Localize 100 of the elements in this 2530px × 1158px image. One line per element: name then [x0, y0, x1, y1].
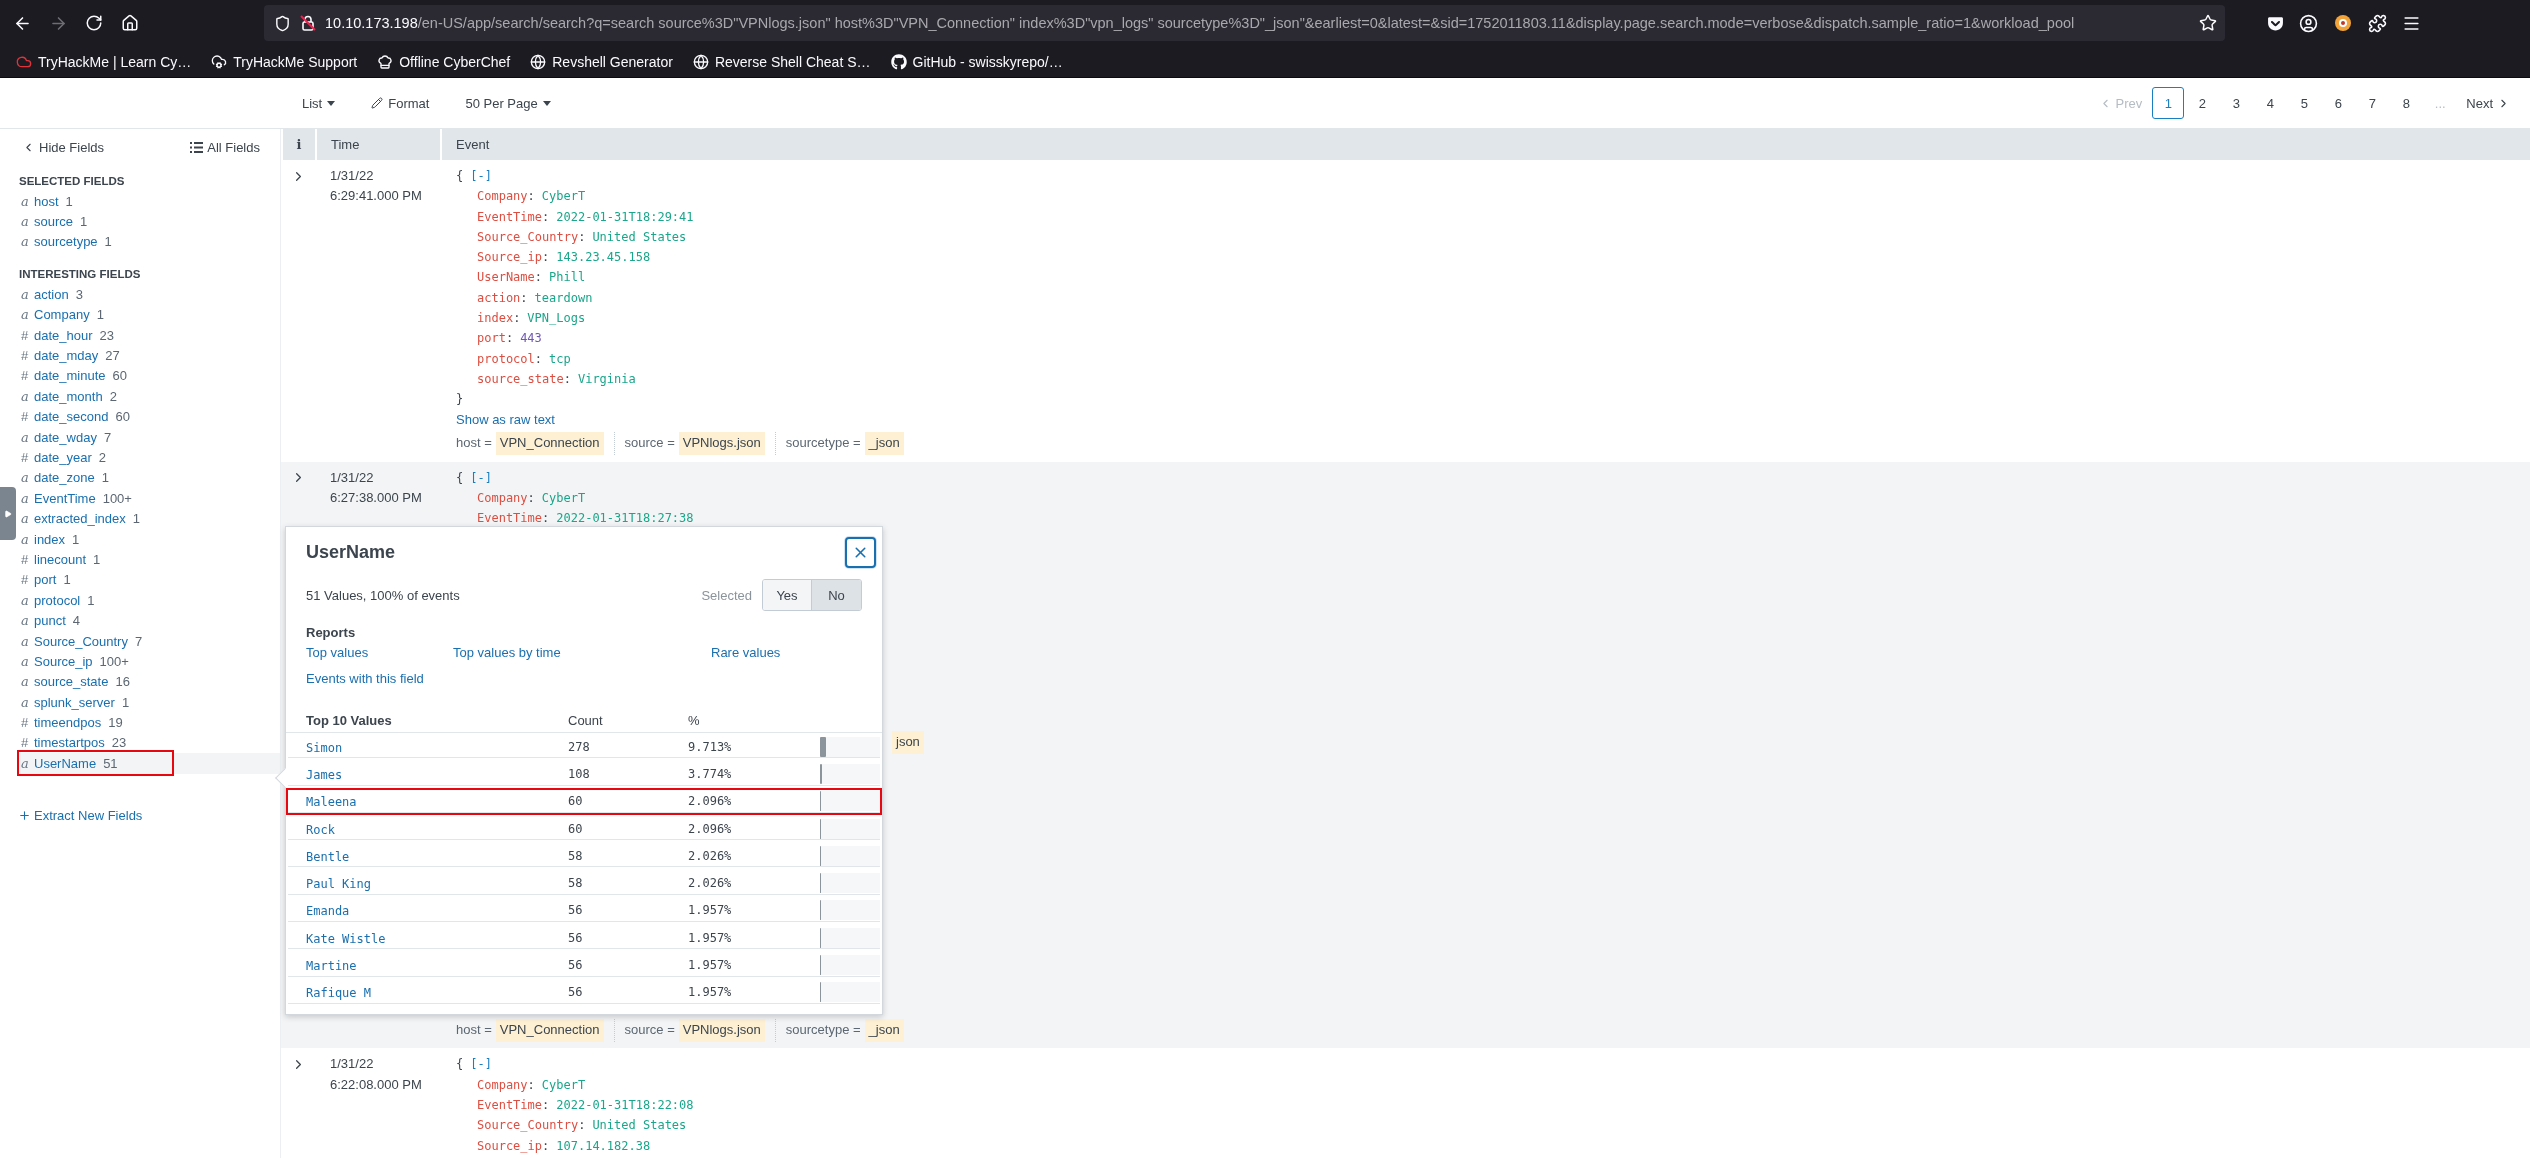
- selected-toggle-button[interactable]: No: [812, 580, 861, 610]
- field-name[interactable]: protocol: [34, 592, 81, 608]
- field-name[interactable]: host: [34, 193, 59, 209]
- bookmark-item[interactable]: TryHackMe | Learn Cy…: [12, 53, 196, 70]
- tag-value[interactable]: VPNlogs.json: [678, 1019, 765, 1042]
- field-item[interactable]: a date_zone 1: [17, 467, 280, 489]
- field-item[interactable]: a action 3: [17, 284, 280, 305]
- extension-icon[interactable]: [2333, 13, 2353, 33]
- tag-value[interactable]: _json: [864, 432, 904, 455]
- field-item[interactable]: a punct 4: [17, 610, 280, 631]
- field-name[interactable]: date_year: [34, 450, 92, 465]
- field-item[interactable]: # date_second 60: [17, 406, 280, 427]
- field-name[interactable]: linecount: [34, 551, 87, 567]
- field-item[interactable]: # date_mday 27: [17, 345, 280, 366]
- bookmark-item[interactable]: Reverse Shell Cheat S…: [688, 53, 875, 70]
- value-name[interactable]: Martine: [306, 959, 357, 973]
- field-item[interactable]: # port 1: [17, 569, 280, 591]
- field-item[interactable]: # linecount 1: [17, 549, 280, 570]
- value-name[interactable]: Rock: [306, 822, 335, 837]
- field-item[interactable]: a date_month 2: [17, 386, 280, 407]
- value-name[interactable]: Rafique M: [306, 986, 372, 1001]
- field-name[interactable]: Company: [34, 307, 90, 323]
- field-name[interactable]: UserName: [34, 755, 97, 771]
- field-name[interactable]: date_month: [34, 388, 103, 404]
- field-item[interactable]: # timeendpos 19: [17, 712, 280, 733]
- field-item[interactable]: a source_state 16: [17, 671, 280, 692]
- extract-fields-link[interactable]: Extract New Fields: [18, 807, 143, 823]
- all-fields-link[interactable]: All Fields: [190, 139, 260, 155]
- close-button[interactable]: [845, 536, 876, 568]
- tag-value[interactable]: VPNlogs.json: [678, 432, 765, 455]
- bookmark-item[interactable]: Revshell Generator: [526, 53, 677, 70]
- puzzle-icon[interactable]: [2368, 13, 2387, 33]
- collapse-link[interactable]: [-]: [470, 166, 492, 187]
- field-item[interactable]: a extracted_index 1: [17, 508, 280, 529]
- report-link[interactable]: Events with this field: [306, 671, 424, 686]
- sidebar-handle[interactable]: [0, 487, 16, 540]
- field-name[interactable]: EventTime: [34, 490, 96, 506]
- format-button[interactable]: Format: [367, 93, 434, 113]
- field-item[interactable]: a UserName 51: [17, 753, 280, 774]
- value-name[interactable]: Simon: [306, 740, 343, 755]
- field-item[interactable]: # date_hour 23: [17, 324, 280, 346]
- value-name[interactable]: James: [306, 767, 343, 782]
- field-name[interactable]: punct: [34, 613, 66, 629]
- per-page-menu-button[interactable]: 50 Per Page: [461, 93, 555, 113]
- collapse-link[interactable]: [-]: [470, 467, 492, 488]
- field-name[interactable]: date_mday: [34, 348, 99, 364]
- field-item[interactable]: a Company 1: [17, 304, 280, 325]
- field-name[interactable]: index: [34, 531, 66, 547]
- field-name[interactable]: date_hour: [34, 327, 93, 343]
- hide-fields-link[interactable]: Hide Fields: [22, 139, 105, 155]
- field-item[interactable]: a sourcetype 1: [17, 231, 280, 253]
- field-name[interactable]: source_state: [34, 674, 109, 690]
- pocket-icon[interactable]: [2267, 14, 2284, 32]
- field-name[interactable]: splunk_server: [34, 694, 115, 710]
- field-item[interactable]: a Source_ip 100+: [17, 651, 280, 672]
- field-item[interactable]: # date_minute 60: [17, 365, 280, 387]
- field-item[interactable]: a host 1: [17, 191, 280, 212]
- collapse-link[interactable]: [-]: [470, 1054, 492, 1075]
- account-icon[interactable]: [2299, 13, 2318, 33]
- field-item[interactable]: a source 1: [17, 211, 280, 232]
- field-name[interactable]: timestartpos: [34, 735, 105, 751]
- value-name[interactable]: Bentle: [306, 849, 350, 864]
- show-raw-text-link[interactable]: Show as raw text: [456, 409, 2530, 430]
- bookmark-star-icon[interactable]: [2199, 14, 2217, 32]
- page-button[interactable]: 1: [2152, 87, 2185, 119]
- field-item[interactable]: a date_wday 7: [17, 426, 280, 448]
- field-name[interactable]: date_minute: [34, 368, 106, 384]
- field-item[interactable]: a Source_Country 7: [17, 630, 280, 652]
- tag-value[interactable]: VPN_Connection: [495, 1019, 604, 1042]
- field-name[interactable]: date_zone: [34, 470, 95, 486]
- field-name[interactable]: source: [34, 214, 74, 230]
- tag-value[interactable]: json: [892, 731, 924, 754]
- field-name[interactable]: Source_ip: [34, 653, 93, 669]
- field-item[interactable]: # timestartpos 23: [17, 732, 280, 754]
- field-item[interactable]: a EventTime 100+: [17, 488, 280, 509]
- field-name[interactable]: sourcetype: [34, 234, 98, 250]
- field-name[interactable]: date_second: [34, 409, 109, 425]
- tag-value[interactable]: VPN_Connection: [495, 432, 604, 455]
- field-item[interactable]: a index 1: [17, 528, 280, 550]
- view-menu-button[interactable]: List: [298, 93, 340, 113]
- field-name[interactable]: date_wday: [34, 429, 97, 445]
- address-bar[interactable]: [264, 5, 2225, 41]
- report-link[interactable]: Rare values: [711, 645, 781, 660]
- field-name[interactable]: extracted_index: [34, 511, 126, 527]
- value-name[interactable]: Maleena: [306, 795, 357, 810]
- value-name[interactable]: Paul King: [306, 877, 372, 892]
- value-name[interactable]: Emanda: [306, 904, 350, 919]
- field-item[interactable]: # date_year 2: [17, 447, 280, 468]
- tag-value[interactable]: _json: [864, 1019, 904, 1042]
- bookmark-item[interactable]: Offline CyberChef: [373, 53, 515, 70]
- bookmark-item[interactable]: GitHub - swisskyrepo/…: [886, 53, 1067, 70]
- report-link[interactable]: Top values by time: [453, 645, 561, 660]
- selected-toggle-button[interactable]: Yes: [763, 580, 812, 610]
- field-name[interactable]: Source_Country: [34, 633, 128, 649]
- next-page-button[interactable]: Next: [2458, 91, 2518, 115]
- value-name[interactable]: Kate Wistle: [306, 931, 386, 946]
- field-item[interactable]: a protocol 1: [17, 590, 280, 611]
- field-item[interactable]: a splunk_server 1: [17, 692, 280, 713]
- field-name[interactable]: port: [34, 572, 57, 588]
- field-name[interactable]: timeendpos: [34, 715, 102, 731]
